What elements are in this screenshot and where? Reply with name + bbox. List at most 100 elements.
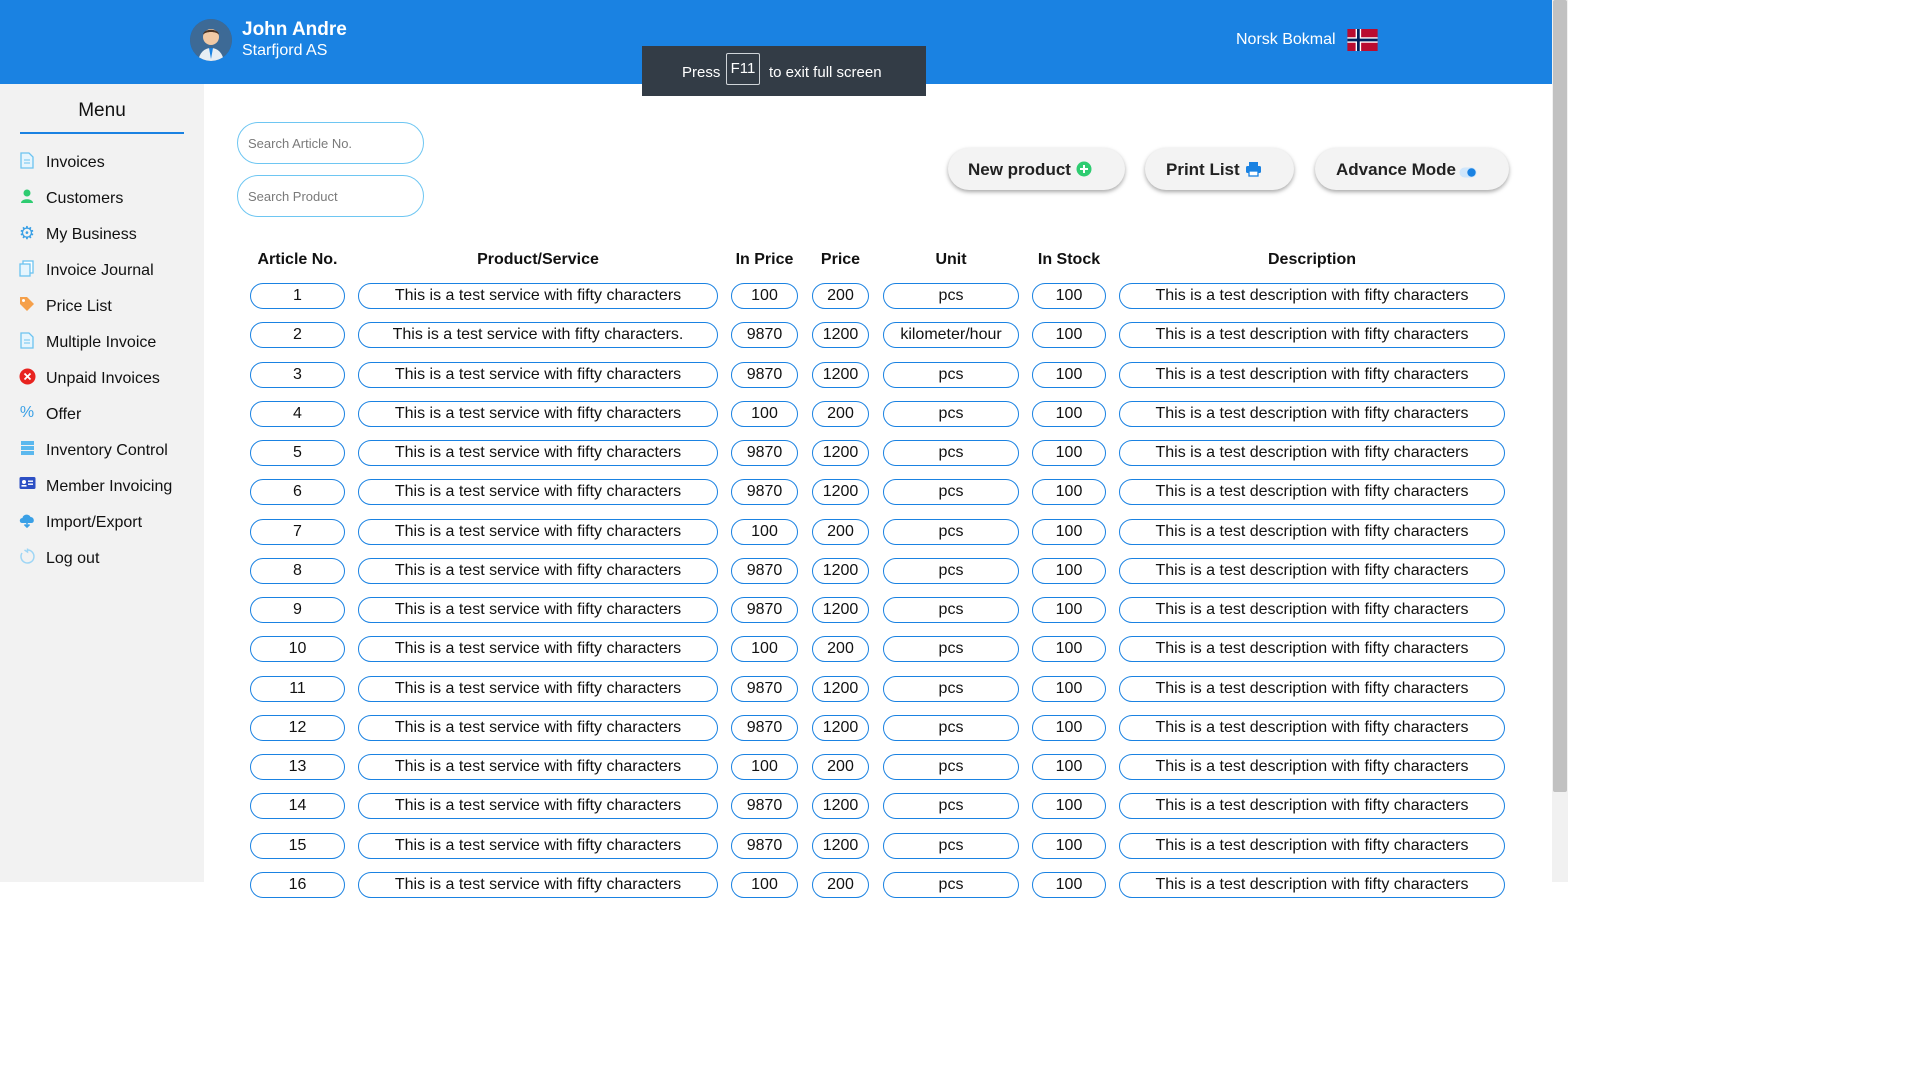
table-row[interactable]: 9 This is a test service with fifty chara…	[0, 597, 1520, 625]
description-cell[interactable]: This is a test description with fifty ch…	[1119, 754, 1505, 780]
in-stock-cell[interactable]: 100	[1032, 558, 1106, 584]
sidebar-item-invoice-journal[interactable]: Invoice Journal	[16, 259, 202, 285]
price-cell[interactable]: 200	[812, 636, 869, 662]
table-row[interactable]: 14 This is a test service with fifty char…	[0, 793, 1520, 821]
description-cell[interactable]: This is a test description with fifty ch…	[1119, 479, 1505, 505]
unit-cell[interactable]: pcs	[883, 676, 1019, 702]
description-cell[interactable]: This is a test description with fifty ch…	[1119, 597, 1505, 623]
price-cell[interactable]: 200	[812, 519, 869, 545]
product-cell[interactable]: This is a test service with fifty charac…	[358, 676, 718, 702]
in-price-cell[interactable]: 9870	[731, 322, 798, 348]
in-stock-cell[interactable]: 100	[1032, 833, 1106, 859]
in-stock-cell[interactable]: 100	[1032, 283, 1106, 309]
unit-cell[interactable]: pcs	[883, 793, 1019, 819]
in-price-cell[interactable]: 9870	[731, 833, 798, 859]
article-no-cell[interactable]: 3	[250, 362, 345, 388]
product-cell[interactable]: This is a test service with fifty charac…	[358, 715, 718, 741]
in-stock-cell[interactable]: 100	[1032, 872, 1106, 898]
in-stock-cell[interactable]: 100	[1032, 636, 1106, 662]
article-no-cell[interactable]: 13	[250, 754, 345, 780]
description-cell[interactable]: This is a test description with fifty ch…	[1119, 872, 1505, 898]
scrollbar-thumb[interactable]	[1553, 0, 1567, 792]
table-row[interactable]: 4 This is a test service with fifty chara…	[0, 401, 1520, 429]
in-price-cell[interactable]: 9870	[731, 362, 798, 388]
price-cell[interactable]: 200	[812, 872, 869, 898]
table-row[interactable]: 1 This is a test service with fifty chara…	[0, 283, 1520, 311]
in-stock-cell[interactable]: 100	[1032, 715, 1106, 741]
price-cell[interactable]: 1200	[812, 558, 869, 584]
article-no-cell[interactable]: 8	[250, 558, 345, 584]
sidebar-item-my-business[interactable]: ⚙ My Business	[16, 223, 202, 249]
product-cell[interactable]: This is a test service with fifty charac…	[358, 872, 718, 898]
table-row[interactable]: 2 This is a test service with fifty chara…	[0, 322, 1520, 350]
price-cell[interactable]: 1200	[812, 676, 869, 702]
description-cell[interactable]: This is a test description with fifty ch…	[1119, 793, 1505, 819]
unit-cell[interactable]: pcs	[883, 479, 1019, 505]
in-price-cell[interactable]: 9870	[731, 597, 798, 623]
article-no-cell[interactable]: 7	[250, 519, 345, 545]
unit-cell[interactable]: pcs	[883, 519, 1019, 545]
price-cell[interactable]: 1200	[812, 362, 869, 388]
sidebar-item-customers[interactable]: Customers	[16, 187, 202, 213]
in-stock-cell[interactable]: 100	[1032, 793, 1106, 819]
in-stock-cell[interactable]: 100	[1032, 479, 1106, 505]
description-cell[interactable]: This is a test description with fifty ch…	[1119, 636, 1505, 662]
toggle-icon[interactable]	[1459, 163, 1477, 183]
sidebar-item-invoices[interactable]: Invoices	[16, 151, 202, 177]
product-cell[interactable]: This is a test service with fifty charac…	[358, 833, 718, 859]
description-cell[interactable]: This is a test description with fifty ch…	[1119, 283, 1505, 309]
unit-cell[interactable]: pcs	[883, 597, 1019, 623]
unit-cell[interactable]: kilometer/hour	[883, 322, 1019, 348]
article-no-cell[interactable]: 6	[250, 479, 345, 505]
language-label[interactable]: Norsk Bokmal	[1236, 31, 1336, 49]
article-no-cell[interactable]: 16	[250, 872, 345, 898]
article-no-cell[interactable]: 1	[250, 283, 345, 309]
price-cell[interactable]: 200	[812, 283, 869, 309]
unit-cell[interactable]: pcs	[883, 715, 1019, 741]
table-row[interactable]: 8 This is a test service with fifty chara…	[0, 558, 1520, 586]
in-price-cell[interactable]: 9870	[731, 676, 798, 702]
in-price-cell[interactable]: 100	[731, 519, 798, 545]
price-cell[interactable]: 1200	[812, 793, 869, 819]
product-cell[interactable]: This is a test service with fifty charac…	[358, 440, 718, 466]
norway-flag-icon[interactable]	[1347, 29, 1378, 51]
price-cell[interactable]: 1200	[812, 440, 869, 466]
in-stock-cell[interactable]: 100	[1032, 440, 1106, 466]
in-price-cell[interactable]: 9870	[731, 440, 798, 466]
in-stock-cell[interactable]: 100	[1032, 676, 1106, 702]
product-cell[interactable]: This is a test service with fifty charac…	[358, 558, 718, 584]
product-cell[interactable]: This is a test service with fifty charac…	[358, 401, 718, 427]
in-stock-cell[interactable]: 100	[1032, 362, 1106, 388]
in-stock-cell[interactable]: 100	[1032, 754, 1106, 780]
price-cell[interactable]: 200	[812, 401, 869, 427]
table-row[interactable]: 3 This is a test service with fifty chara…	[0, 362, 1520, 390]
in-stock-cell[interactable]: 100	[1032, 597, 1106, 623]
unit-cell[interactable]: pcs	[883, 833, 1019, 859]
description-cell[interactable]: This is a test description with fifty ch…	[1119, 519, 1505, 545]
article-no-cell[interactable]: 10	[250, 636, 345, 662]
price-cell[interactable]: 200	[812, 754, 869, 780]
article-no-cell[interactable]: 5	[250, 440, 345, 466]
in-price-cell[interactable]: 100	[731, 872, 798, 898]
in-price-cell[interactable]: 100	[731, 401, 798, 427]
description-cell[interactable]: This is a test description with fifty ch…	[1119, 558, 1505, 584]
table-row[interactable]: 11 This is a test service with fifty char…	[0, 676, 1520, 704]
description-cell[interactable]: This is a test description with fifty ch…	[1119, 322, 1505, 348]
unit-cell[interactable]: pcs	[883, 440, 1019, 466]
price-cell[interactable]: 1200	[812, 833, 869, 859]
article-no-cell[interactable]: 4	[250, 401, 345, 427]
product-cell[interactable]: This is a test service with fifty charac…	[358, 793, 718, 819]
unit-cell[interactable]: pcs	[883, 283, 1019, 309]
price-cell[interactable]: 1200	[812, 479, 869, 505]
article-no-cell[interactable]: 14	[250, 793, 345, 819]
in-price-cell[interactable]: 100	[731, 283, 798, 309]
article-no-cell[interactable]: 12	[250, 715, 345, 741]
search-product-input[interactable]	[237, 175, 424, 217]
in-price-cell[interactable]: 100	[731, 636, 798, 662]
unit-cell[interactable]: pcs	[883, 362, 1019, 388]
table-row[interactable]: 13 This is a test service with fifty char…	[0, 754, 1520, 782]
search-article-input[interactable]	[237, 122, 424, 164]
in-stock-cell[interactable]: 100	[1032, 519, 1106, 545]
product-cell[interactable]: This is a test service with fifty charac…	[358, 754, 718, 780]
in-price-cell[interactable]: 9870	[731, 715, 798, 741]
